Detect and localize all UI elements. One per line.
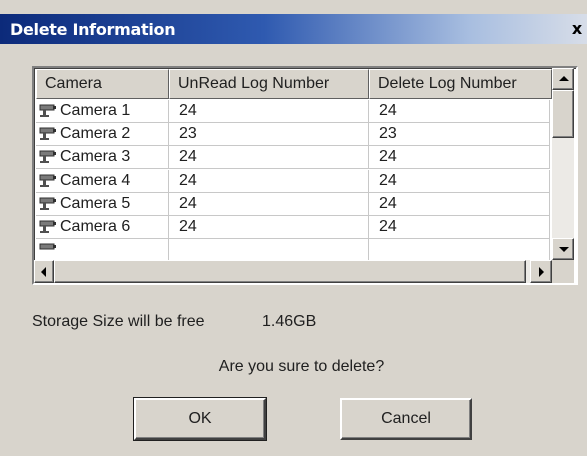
close-button[interactable]: x xyxy=(566,19,587,39)
table-row[interactable]: Camera 2 23 23 xyxy=(36,123,550,147)
column-header-unread-log-number[interactable]: UnRead Log Number xyxy=(169,69,369,99)
storage-label: Storage Size will be free xyxy=(32,313,205,330)
storage-value: 1.46GB xyxy=(262,313,317,330)
scrollbar-corner xyxy=(552,260,574,283)
table-row[interactable]: Camera 5 24 24 xyxy=(36,192,550,216)
unread-count: 24 xyxy=(169,215,369,239)
column-header-camera[interactable]: Camera xyxy=(36,69,169,99)
table-row[interactable]: Camera 1 24 24 xyxy=(36,100,550,123)
delete-information-dialog: Delete Information x Camera UnRead Log N… xyxy=(0,0,587,456)
delete-count: 24 xyxy=(369,100,550,123)
confirm-question: Are you sure to delete? xyxy=(218,358,385,375)
camera-icon xyxy=(39,127,56,141)
horizontal-scroll-thumb[interactable] xyxy=(54,260,526,283)
list-rows: Camera 1 24 24 Camera 2 23 23 Camera 3 2… xyxy=(36,100,550,263)
horizontal-scrollbar[interactable] xyxy=(34,260,552,283)
camera-icon xyxy=(39,104,56,117)
list-header: Camera UnRead Log Number Delete Log Numb… xyxy=(36,69,552,99)
camera-name: Camera 4 xyxy=(60,171,131,189)
camera-name: Camera 5 xyxy=(60,194,131,212)
ok-button[interactable]: OK xyxy=(133,397,267,441)
vertical-scroll-thumb[interactable] xyxy=(552,90,574,138)
table-row-partial[interactable] xyxy=(36,239,550,263)
vertical-scrollbar[interactable] xyxy=(552,68,574,260)
unread-count: 24 xyxy=(169,169,369,193)
cancel-button[interactable]: Cancel xyxy=(340,398,472,440)
arrow-right-icon xyxy=(539,267,544,277)
window-title: Delete Information xyxy=(10,20,176,39)
scroll-left-button[interactable] xyxy=(34,260,54,283)
unread-count: 24 xyxy=(169,146,369,170)
camera-log-list[interactable]: Camera UnRead Log Number Delete Log Numb… xyxy=(32,66,578,285)
camera-name: Camera 6 xyxy=(60,217,131,235)
title-bar[interactable]: Delete Information x xyxy=(0,14,587,44)
unread-count: 24 xyxy=(169,192,369,216)
delete-count: 24 xyxy=(369,192,550,216)
table-row[interactable]: Camera 6 24 24 xyxy=(36,215,550,239)
column-header-delete-log-number[interactable]: Delete Log Number xyxy=(369,69,552,99)
delete-count: 23 xyxy=(369,123,550,147)
camera-name: Camera 1 xyxy=(60,102,131,119)
camera-icon xyxy=(39,174,56,187)
table-row[interactable]: Camera 4 24 24 xyxy=(36,169,550,193)
delete-count: 24 xyxy=(369,215,550,239)
camera-icon xyxy=(39,220,56,233)
scroll-down-button[interactable] xyxy=(552,238,574,260)
arrow-down-icon xyxy=(559,247,569,252)
camera-name: Camera 3 xyxy=(60,148,131,166)
delete-count: 24 xyxy=(369,169,550,193)
scroll-right-button[interactable] xyxy=(530,260,552,283)
arrow-up-icon xyxy=(559,76,569,81)
camera-icon xyxy=(39,197,56,210)
camera-icon xyxy=(39,243,56,250)
scroll-up-button[interactable] xyxy=(552,68,574,90)
unread-count: 24 xyxy=(169,100,369,123)
unread-count: 23 xyxy=(169,123,369,147)
delete-count: 24 xyxy=(369,146,550,170)
table-row[interactable]: Camera 3 24 24 xyxy=(36,146,550,170)
arrow-left-icon xyxy=(41,267,46,277)
camera-icon xyxy=(39,150,56,164)
camera-name: Camera 2 xyxy=(60,125,131,143)
